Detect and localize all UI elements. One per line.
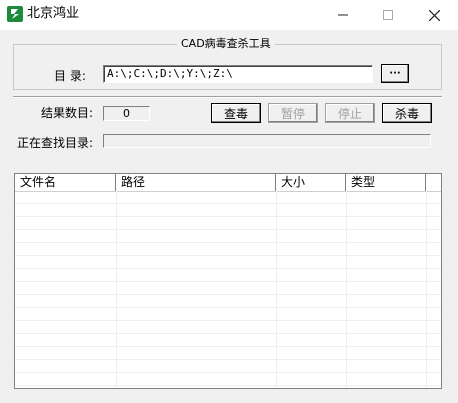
- maximize-button[interactable]: [365, 0, 411, 30]
- column-header-filename[interactable]: 文件名: [15, 174, 116, 191]
- table-row: [15, 373, 441, 386]
- table-row: [15, 295, 441, 308]
- pause-button[interactable]: 暂停: [268, 103, 318, 123]
- table-row: [15, 360, 441, 373]
- table-row: [15, 308, 441, 321]
- table-row: [15, 191, 441, 204]
- column-divider: [346, 191, 347, 388]
- results-table[interactable]: 文件名 路径 大小 类型: [14, 173, 442, 389]
- table-row: [15, 269, 441, 282]
- table-row: [15, 321, 441, 334]
- current-dir-value: [103, 134, 431, 148]
- table-row: [15, 217, 441, 230]
- column-header-size[interactable]: 大小: [276, 174, 346, 191]
- column-header-path[interactable]: 路径: [116, 174, 276, 191]
- scan-button[interactable]: 查毒: [211, 103, 261, 123]
- column-header-type[interactable]: 类型: [346, 174, 426, 191]
- stop-button[interactable]: 停止: [325, 103, 375, 123]
- table-row: [15, 334, 441, 347]
- kill-button[interactable]: 杀毒: [382, 103, 432, 123]
- table-row: [15, 204, 441, 217]
- directory-input[interactable]: A:\;C:\;D:\;Y:\;Z:\: [103, 65, 373, 83]
- maximize-icon: [383, 10, 393, 20]
- column-divider: [116, 191, 117, 388]
- window-title: 北京鸿业: [27, 6, 80, 21]
- result-count-value: 0: [103, 106, 150, 121]
- column-divider: [426, 191, 427, 388]
- result-count-label: 结果数目:: [41, 106, 94, 120]
- column-divider: [276, 191, 277, 388]
- minimize-icon: [338, 14, 348, 16]
- app-logo-icon: [7, 6, 23, 22]
- browse-button[interactable]: ···: [381, 64, 409, 83]
- title-bar: 北京鸿业: [0, 0, 458, 30]
- table-header: 文件名 路径 大小 类型: [15, 174, 441, 192]
- table-row: [15, 243, 441, 256]
- table-row: [15, 282, 441, 295]
- table-row: [15, 230, 441, 243]
- current-dir-label: 正在查找目录:: [17, 136, 94, 150]
- minimize-button[interactable]: [320, 0, 366, 30]
- close-icon: [428, 9, 440, 21]
- table-row: [15, 256, 441, 269]
- group-title: CAD病毒查杀工具: [177, 37, 275, 51]
- divider: [13, 96, 442, 98]
- table-row: [15, 347, 441, 360]
- directory-label: 目 录:: [54, 69, 86, 83]
- close-button[interactable]: [410, 0, 458, 30]
